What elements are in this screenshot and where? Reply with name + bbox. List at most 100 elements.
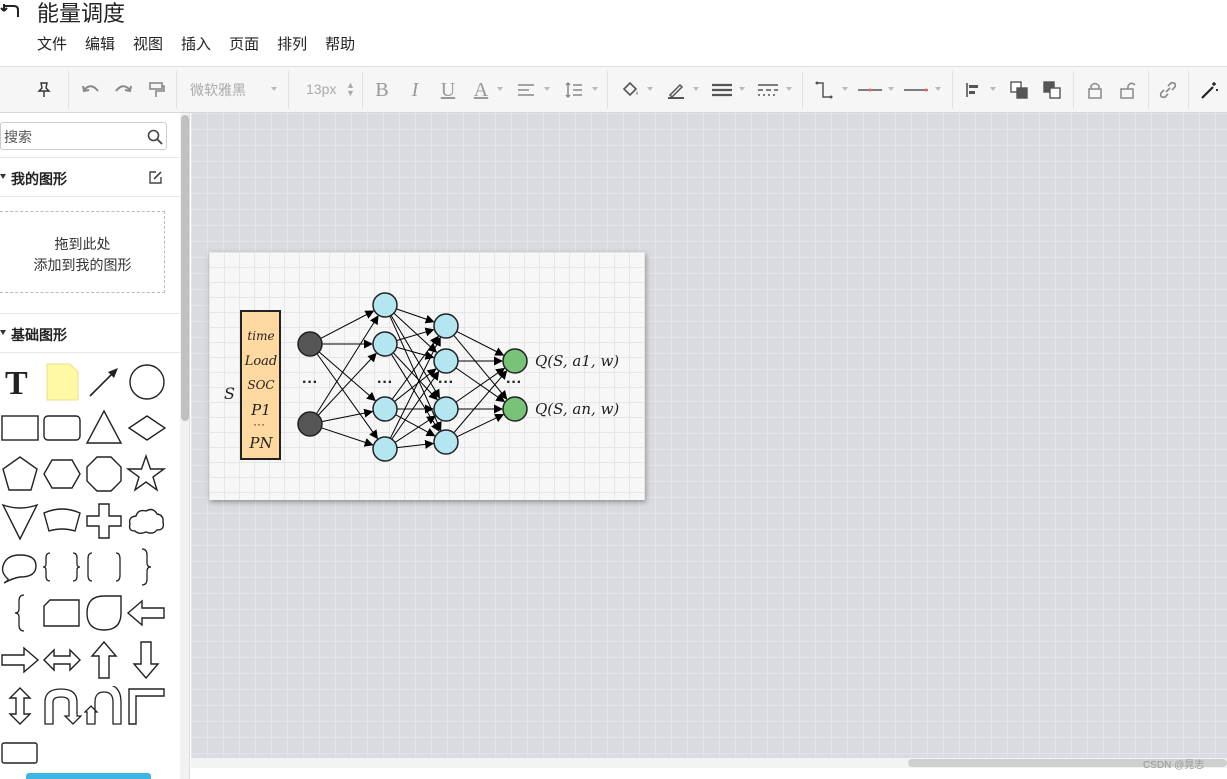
funnel-shape-icon[interactable] [0, 501, 40, 541]
diagram-page[interactable]: S time Load SOC P1 ··· PN ··· ··· ··· ··… [209, 252, 645, 500]
send-back-icon[interactable] [1041, 77, 1063, 103]
menu-page[interactable]: 页面 [220, 34, 268, 56]
s-arrow-shape-icon[interactable] [83, 683, 124, 726]
network-edge[interactable] [317, 352, 377, 416]
font-size-stepper-icon[interactable]: ▲ ▼ [346, 81, 355, 98]
undo-icon[interactable] [80, 77, 102, 103]
neural-network-diagram[interactable]: S time Load SOC P1 ··· PN ··· ··· ··· ··… [209, 252, 645, 500]
line-start-icon[interactable] [856, 77, 884, 103]
font-color-button[interactable]: A [471, 77, 491, 103]
network-edge[interactable] [453, 370, 508, 434]
diamond-shape-icon[interactable] [126, 408, 167, 448]
octagon-shape-icon[interactable] [84, 454, 124, 494]
hidden2-node[interactable] [433, 313, 459, 339]
down-arrow-shape-icon[interactable] [126, 640, 166, 680]
cross-shape-icon[interactable] [84, 501, 124, 541]
network-edge[interactable] [391, 335, 439, 400]
menu-view[interactable]: 视图 [124, 34, 172, 56]
connector-style-icon[interactable] [812, 77, 836, 103]
pentagon-shape-icon[interactable] [0, 454, 40, 494]
network-edge[interactable] [396, 327, 435, 342]
network-edge[interactable] [390, 353, 440, 432]
italic-button[interactable]: I [405, 77, 425, 103]
brackets-shape-icon[interactable] [84, 547, 124, 587]
double-arrow-shape-icon[interactable] [42, 640, 82, 680]
format-painter-icon[interactable] [145, 77, 167, 103]
underline-button[interactable]: U [438, 77, 458, 103]
network-edge[interactable] [396, 308, 435, 324]
right-arrow-shape-icon[interactable] [0, 640, 40, 680]
align-icon[interactable] [514, 77, 538, 103]
hidden2-node[interactable] [433, 348, 459, 374]
circle-shape-icon[interactable] [126, 362, 166, 402]
network-edge[interactable] [456, 414, 505, 438]
up-arrow-shape-icon[interactable] [84, 640, 124, 680]
search-input[interactable] [4, 128, 142, 146]
menu-insert[interactable]: 插入 [172, 34, 220, 56]
unlock-icon[interactable] [1116, 77, 1138, 103]
line-spacing-icon[interactable] [562, 77, 586, 103]
fill-color-icon[interactable] [618, 77, 642, 103]
leaf-shape-icon[interactable] [84, 593, 124, 633]
magic-wand-icon[interactable] [1198, 77, 1220, 103]
hidden2-node[interactable] [433, 396, 459, 422]
right-brace-shape-icon[interactable] [126, 547, 166, 587]
hidden2-node[interactable] [433, 429, 459, 455]
document-title[interactable]: 能量调度 [37, 0, 125, 28]
rectangle-small-shape-icon[interactable] [0, 733, 40, 773]
menu-arrange[interactable]: 排列 [268, 34, 316, 56]
rectangle-shape-icon[interactable] [0, 408, 40, 448]
network-edge[interactable] [316, 353, 379, 440]
arrow-line-shape-icon[interactable] [84, 362, 124, 402]
hidden1-node[interactable] [372, 396, 398, 422]
section-basic-shapes[interactable]: 基础图形 [0, 313, 180, 353]
line-end-icon[interactable] [902, 77, 930, 103]
pin-icon[interactable] [33, 77, 55, 103]
triangle-shape-icon[interactable] [84, 408, 124, 448]
hidden1-node[interactable] [372, 436, 398, 462]
section-my-shapes[interactable]: 我的图形 [0, 157, 180, 197]
corner-shape-icon[interactable] [126, 686, 166, 726]
network-edge[interactable] [394, 415, 436, 443]
left-arrow-shape-icon[interactable] [126, 593, 166, 633]
star-shape-icon[interactable] [125, 453, 167, 494]
rounded-rectangle-shape-icon[interactable] [42, 408, 82, 448]
hexagon-shape-icon[interactable] [42, 454, 82, 494]
menu-help[interactable]: 帮助 [316, 34, 364, 56]
network-edge[interactable] [315, 315, 379, 415]
sidebar-scrollbar-thumb[interactable] [181, 115, 189, 421]
edit-icon[interactable] [148, 170, 163, 185]
network-edge[interactable] [456, 330, 505, 356]
text-shape-icon[interactable]: T [0, 362, 40, 402]
menu-edit[interactable]: 编辑 [76, 34, 124, 56]
input-node[interactable] [297, 411, 323, 437]
callout-shape-icon[interactable] [0, 547, 40, 587]
bring-front-icon[interactable] [1008, 77, 1030, 103]
output-node[interactable] [502, 348, 528, 374]
network-edge[interactable] [396, 439, 435, 449]
search-icon[interactable] [147, 129, 163, 145]
line-width-icon[interactable] [710, 77, 734, 103]
font-family-select[interactable]: 微软雅黑 [190, 80, 246, 100]
braces-shape-icon[interactable] [42, 547, 82, 587]
note-shape-icon[interactable] [42, 362, 82, 402]
line-color-icon[interactable] [664, 77, 688, 103]
font-size-input[interactable]: 13px [306, 81, 336, 97]
card-shape-icon[interactable] [42, 593, 82, 633]
more-shapes-button[interactable] [26, 773, 151, 779]
link-icon[interactable] [1157, 77, 1179, 103]
u-turn-arrow-shape-icon[interactable] [42, 686, 83, 726]
trapezoid-shape-icon[interactable] [42, 501, 82, 541]
network-edge[interactable] [321, 427, 374, 447]
cloud-shape-icon[interactable] [126, 501, 166, 541]
left-brace-shape-icon[interactable] [0, 593, 40, 633]
vertical-double-arrow-shape-icon[interactable] [0, 686, 40, 726]
network-edge[interactable] [393, 312, 438, 353]
back-arrow-icon[interactable] [0, 0, 22, 22]
input-node[interactable] [297, 331, 323, 357]
align-left-icon[interactable] [962, 77, 984, 103]
menu-file[interactable]: 文件 [28, 34, 76, 56]
output-node[interactable] [502, 396, 528, 422]
hidden1-node[interactable] [372, 292, 398, 318]
lock-icon[interactable] [1084, 77, 1106, 103]
